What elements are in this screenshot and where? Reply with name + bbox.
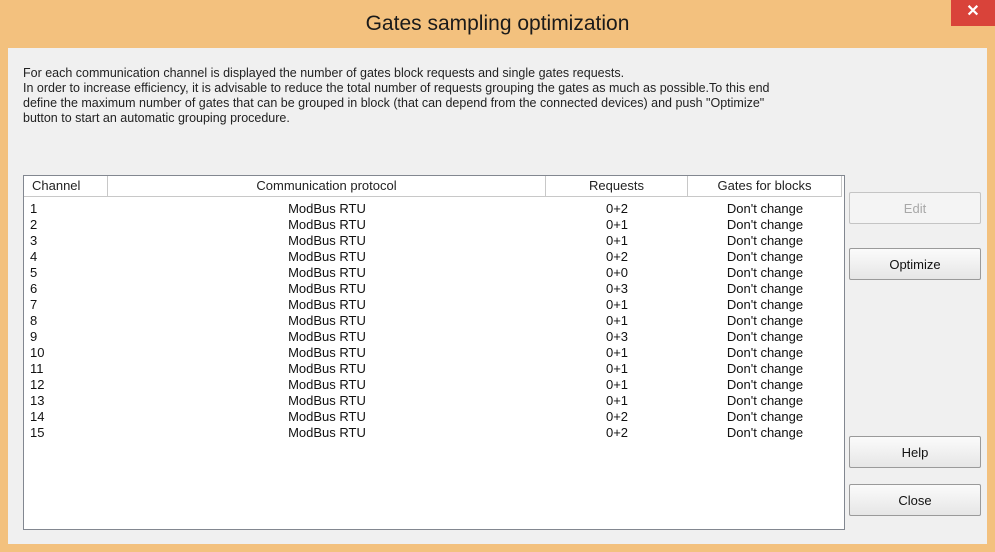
cell-channel: 14 [30,409,45,424]
table-row[interactable]: 14 ModBus RTU 0+2 Don't change [24,409,844,425]
cell-protocol: ModBus RTU [288,377,366,392]
close-window-icon[interactable]: ✕ [951,0,995,26]
table-row[interactable]: 3 ModBus RTU 0+1 Don't change [24,233,844,249]
cell-requests: 0+1 [605,361,629,376]
cell-gates-for-blocks: Don't change [726,361,804,376]
close-button[interactable]: Close [849,484,981,516]
cell-protocol: ModBus RTU [288,393,366,408]
window-title: Gates sampling optimization [365,12,630,35]
title-bar[interactable]: Gates sampling optimization ✕ [0,0,995,48]
cell-channel: 6 [30,281,38,296]
cell-gates-for-blocks: Don't change [726,345,804,360]
cell-requests: 0+1 [605,297,629,312]
table-row[interactable]: 13 ModBus RTU 0+1 Don't change [24,393,844,409]
table-row[interactable]: 6 ModBus RTU 0+3 Don't change [24,281,844,297]
table-row[interactable]: 9 ModBus RTU 0+3 Don't change [24,329,844,345]
cell-channel: 3 [30,233,38,248]
cell-requests: 0+1 [605,393,629,408]
cell-protocol: ModBus RTU [288,361,366,376]
cell-requests: 0+2 [605,425,629,440]
table-row[interactable]: 15 ModBus RTU 0+2 Don't change [24,425,844,441]
cell-protocol: ModBus RTU [288,233,366,248]
cell-protocol: ModBus RTU [288,313,366,328]
cell-protocol: ModBus RTU [288,281,366,296]
cell-gates-for-blocks: Don't change [726,249,804,264]
cell-channel: 15 [30,425,45,440]
cell-gates-for-blocks: Don't change [726,409,804,424]
table-row[interactable]: 4 ModBus RTU 0+2 Don't change [24,249,844,265]
column-header-requests[interactable]: Requests [546,176,688,197]
channels-list[interactable]: Channel Communication protocol Requests … [23,175,845,530]
description-line: button to start an automatic grouping pr… [23,111,290,125]
cell-requests: 0+1 [605,217,629,232]
cell-gates-for-blocks: Don't change [726,233,804,248]
table-row[interactable]: 5 ModBus RTU 0+0 Don't change [24,265,844,281]
description-text: For each communication channel is displa… [23,66,983,126]
cell-requests: 0+3 [605,329,629,344]
cell-gates-for-blocks: Don't change [726,313,804,328]
gates-sampling-dialog: Gates sampling optimization ✕ For each c… [0,0,995,552]
cell-channel: 10 [30,345,45,360]
cell-protocol: ModBus RTU [288,329,366,344]
table-row[interactable]: 11 ModBus RTU 0+1 Don't change [24,361,844,377]
cell-channel: 8 [30,313,38,328]
cell-requests: 0+0 [605,265,629,280]
cell-channel: 4 [30,249,38,264]
cell-channel: 11 [30,361,44,376]
list-body: 1 ModBus RTU 0+2 Don't change 2 ModBus RTU 0+1… [24,201,844,441]
table-row[interactable]: 8 ModBus RTU 0+1 Don't change [24,313,844,329]
cell-channel: 2 [30,217,38,232]
cell-requests: 0+1 [605,345,629,360]
cell-channel: 7 [30,297,38,312]
cell-protocol: ModBus RTU [288,217,366,232]
cell-protocol: ModBus RTU [288,409,366,424]
cell-gates-for-blocks: Don't change [726,265,804,280]
cell-gates-for-blocks: Don't change [726,393,804,408]
description-line: In order to increase efficiency, it is a… [23,81,770,95]
cell-gates-for-blocks: Don't change [726,217,804,232]
cell-gates-for-blocks: Don't change [726,297,804,312]
table-row[interactable]: 1 ModBus RTU 0+2 Don't change [24,201,844,217]
cell-channel: 13 [30,393,45,408]
cell-channel: 12 [30,377,45,392]
list-header: Channel Communication protocol Requests … [24,176,844,197]
cell-requests: 0+2 [605,201,629,216]
description-line: define the maximum number of gates that … [23,96,765,110]
cell-requests: 0+1 [605,233,629,248]
edit-button[interactable]: Edit [849,192,981,224]
table-row[interactable]: 12 ModBus RTU 0+1 Don't change [24,377,844,393]
table-row[interactable]: 10 ModBus RTU 0+1 Don't change [24,345,844,361]
cell-gates-for-blocks: Don't change [726,377,804,392]
cell-requests: 0+2 [605,409,629,424]
optimize-button[interactable]: Optimize [849,248,981,280]
cell-gates-for-blocks: Don't change [726,201,804,216]
cell-protocol: ModBus RTU [288,425,366,440]
cell-protocol: ModBus RTU [288,249,366,264]
table-row[interactable]: 7 ModBus RTU 0+1 Don't change [24,297,844,313]
cell-channel: 5 [30,265,38,280]
cell-requests: 0+3 [605,281,629,296]
cell-channel: 1 [30,201,38,216]
cell-gates-for-blocks: Don't change [726,281,804,296]
cell-requests: 0+1 [605,313,629,328]
cell-gates-for-blocks: Don't change [726,329,804,344]
cell-protocol: ModBus RTU [288,265,366,280]
cell-gates-for-blocks: Don't change [726,425,804,440]
column-header-channel[interactable]: Channel [24,176,108,197]
table-row[interactable]: 2 ModBus RTU 0+1 Don't change [24,217,844,233]
column-header-protocol[interactable]: Communication protocol [108,176,546,197]
cell-protocol: ModBus RTU [288,201,366,216]
cell-requests: 0+2 [605,249,629,264]
cell-protocol: ModBus RTU [288,345,366,360]
column-header-gates-for-blocks[interactable]: Gates for blocks [688,176,842,197]
cell-requests: 0+1 [605,377,629,392]
help-button[interactable]: Help [849,436,981,468]
cell-protocol: ModBus RTU [288,297,366,312]
cell-channel: 9 [30,329,38,344]
description-line: For each communication channel is displa… [23,66,625,80]
